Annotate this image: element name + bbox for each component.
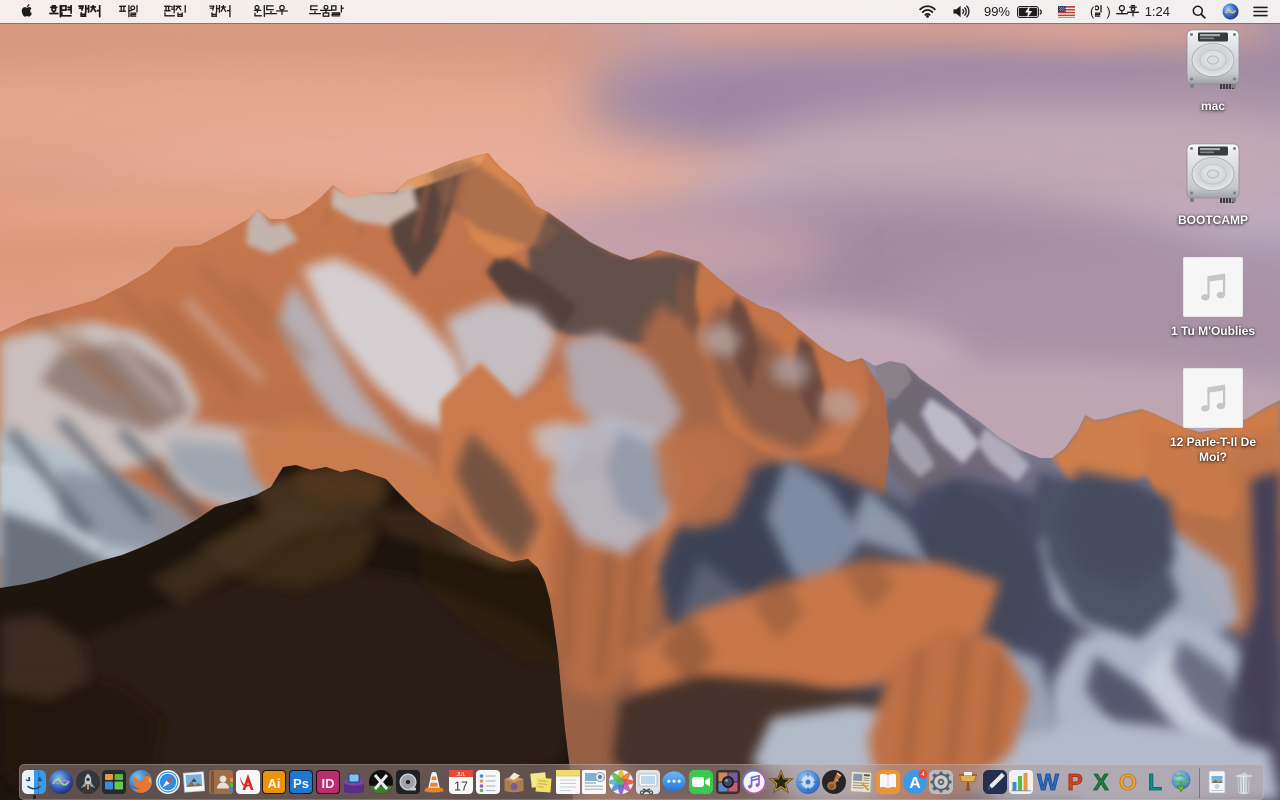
svg-text:JUL: JUL — [457, 772, 466, 778]
svg-text:A: A — [909, 775, 921, 792]
svg-text:X: X — [1094, 769, 1110, 795]
svg-text:Ai: Ai — [268, 776, 281, 791]
svg-text:Ps: Ps — [293, 776, 309, 791]
svg-text:O: O — [1119, 769, 1137, 795]
svg-text:ID: ID — [321, 776, 334, 791]
svg-text:L: L — [1148, 769, 1162, 795]
svg-text:P: P — [1067, 769, 1082, 795]
svg-text:W: W — [1037, 769, 1059, 795]
svg-text:17: 17 — [454, 780, 468, 794]
